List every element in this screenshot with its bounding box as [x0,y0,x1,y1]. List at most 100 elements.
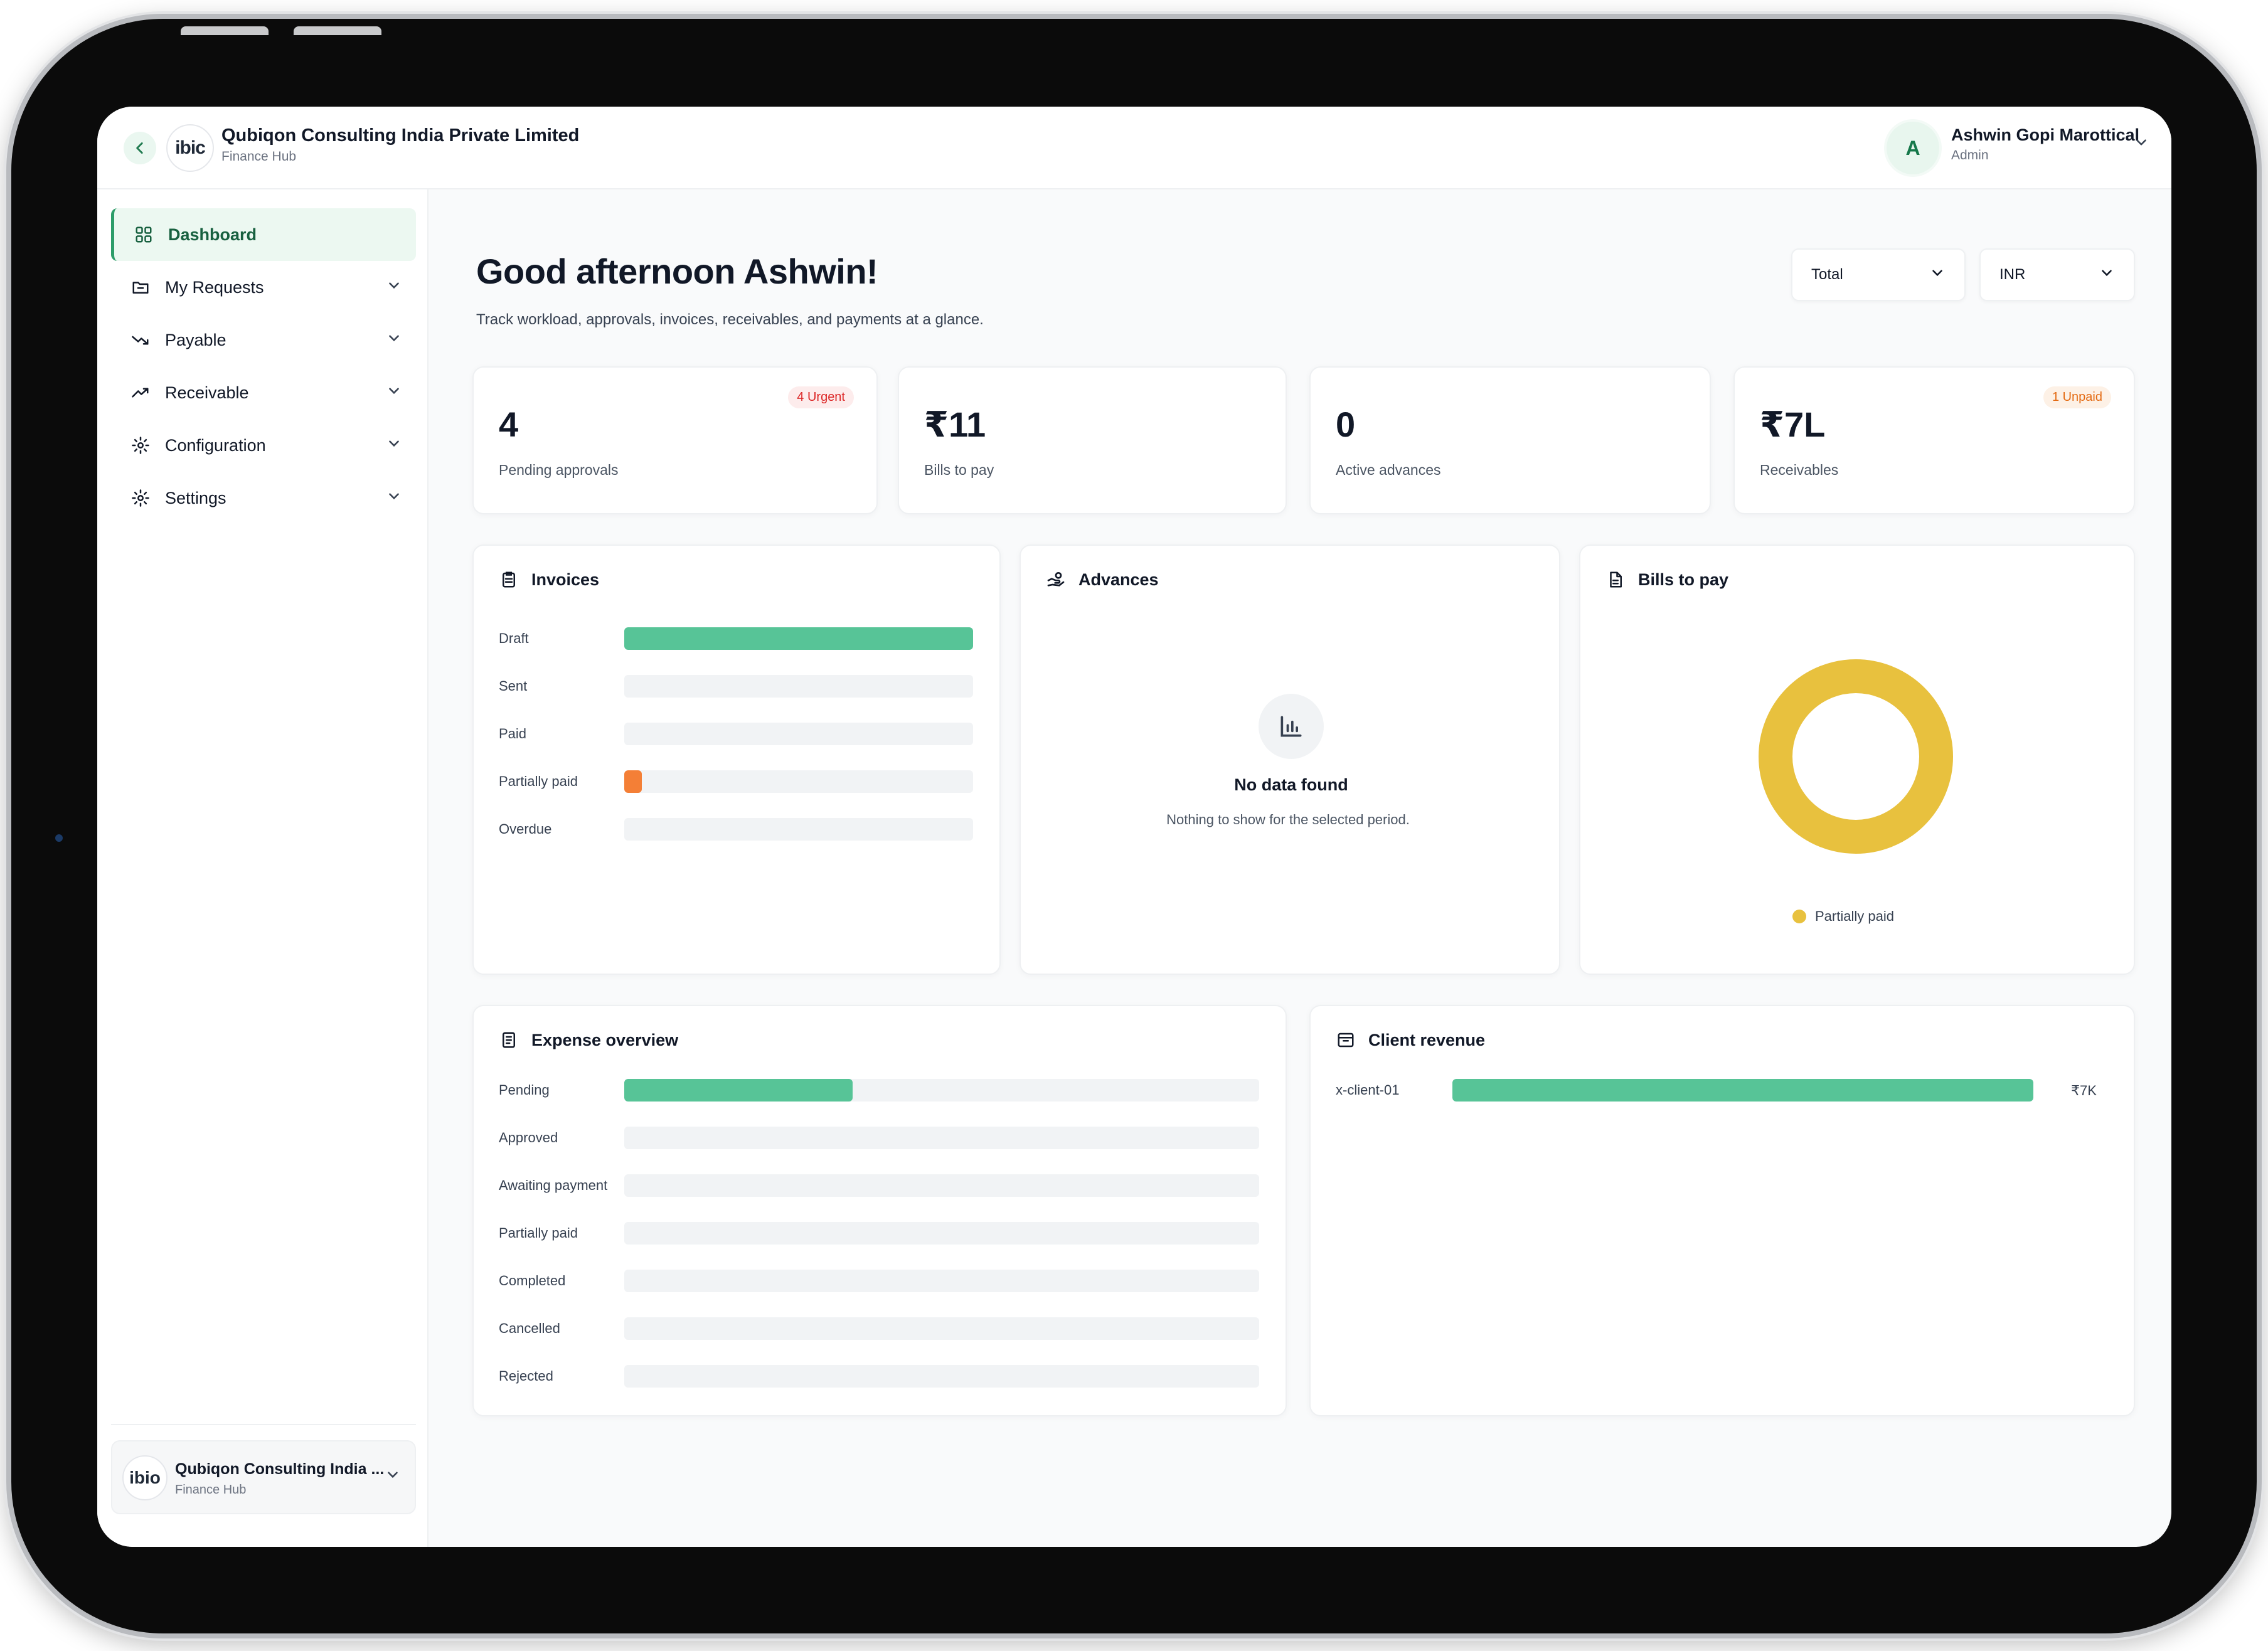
bills-to-pay-card: Bills to pay Partially paid [1579,544,2135,975]
bar-row-label: Awaiting payment [499,1174,607,1197]
bar-row-label: Overdue [499,818,551,841]
advances-title: Advances [1046,570,1159,590]
sidebar-item-label: Configuration [165,435,266,455]
stat-card-bills-to-pay[interactable]: ₹11 Bills to pay [898,366,1287,514]
chevron-left-icon [136,142,143,154]
chevron-down-icon [1929,265,1946,285]
chevron-down-icon [386,435,402,456]
bar-track[interactable] [624,1365,1259,1388]
bar-row-label: Draft [499,627,529,650]
bar-label: Partially paid [499,1225,578,1241]
urgent-badge: 4 Urgent [788,386,854,408]
bar-track[interactable] [624,675,973,698]
org-name: Qubiqon Consulting India Private Limited [221,125,580,146]
user-name[interactable]: Ashwin Gopi Marottical [1951,125,2139,145]
sidebar-item-payable[interactable]: Payable [111,314,416,366]
bar-track[interactable] [624,1127,1259,1149]
chevron-down-icon [386,488,402,509]
stat-card-active-advances[interactable]: 0 Active advances [1309,366,1711,514]
page-title: Good afternoon Ashwin! [476,252,878,291]
bar-row-label: Paid [499,723,526,745]
bar-row-label: Pending [499,1079,550,1102]
clipboard-icon [499,570,519,590]
expense-overview-card: Expense overview Pending Approved Awaiting… [472,1005,1287,1416]
org-switcher-subtitle: Finance Hub [175,1483,247,1497]
stat-value: ₹7L [1760,405,1826,444]
currency-select[interactable]: INR [1979,248,2135,301]
donut-legend: Partially paid [1792,908,1894,925]
bar-fill [1452,1079,2033,1102]
bar-track[interactable] [624,723,973,745]
bar-track[interactable] [624,1174,1259,1197]
user-menu-chevron-down-icon[interactable] [2133,134,2149,155]
bar-row-label: Completed [499,1270,565,1292]
back-button[interactable] [124,132,156,164]
bar-label: Draft [499,630,529,646]
bar-label: Paid [499,726,527,741]
stat-card-receivables[interactable]: ₹7L Receivables 1 Unpaid [1733,366,2135,514]
page-subtitle: Track workload, approvals, invoices, rec… [476,311,984,328]
sidebar-item-label: Receivable [165,383,249,402]
sidebar-item-receivable[interactable]: Receivable [111,366,416,419]
avatar[interactable]: A [1887,122,1939,174]
bar-label: x-client-01 [1336,1082,1400,1098]
sidebar-item-configuration[interactable]: Configuration [111,419,416,472]
bar-label: Sent [499,678,528,694]
bar-row-label: x-client-01 [1336,1079,1399,1102]
org-logo: ibic [166,124,214,172]
bar-track[interactable] [624,627,973,650]
bar-track[interactable] [624,1317,1259,1340]
bar-fill [624,770,642,793]
bar-row-label: Rejected [499,1365,553,1388]
sidebar-item-my-requests[interactable]: My Requests [111,261,416,314]
donut-slice-partially-paid[interactable] [1759,659,1953,854]
inbox-icon [1336,1030,1356,1050]
trend-up-icon [130,382,151,403]
legend-label: Partially paid [1815,908,1894,924]
bar-chart-icon [1259,694,1324,759]
app-screen: ibic Qubiqon Consulting India Private Li… [97,107,2171,1547]
bar-label: Awaiting payment [499,1177,608,1193]
invoices-card: Invoices Draft Sent Paid Partially paid Over… [472,544,1001,975]
sidebar-item-label: My Requests [165,277,264,297]
client-revenue-card: Client revenue x-client-01 ₹7K [1309,1005,2135,1416]
bar-track[interactable] [624,1079,1259,1102]
bar-track[interactable] [1452,1079,2033,1102]
invoices-title: Invoices [499,570,599,590]
org-switcher[interactable]: ibio Qubiqon Consulting India ... Financ… [111,1440,416,1514]
sidebar-item-settings[interactable]: Settings [111,472,416,524]
bar-label: Pending [499,1082,550,1098]
org-switcher-name: Qubiqon Consulting India ... [175,1460,385,1478]
period-select[interactable]: Total [1791,248,1966,301]
stat-label: Receivables [1760,462,1839,478]
document-icon [1605,570,1626,590]
client-revenue-title: Client revenue [1336,1030,1485,1050]
bar-track[interactable] [624,770,973,793]
bar-row-label: Approved [499,1127,558,1149]
bar-track[interactable] [624,1222,1259,1245]
camera-icon [55,834,63,842]
sidebar-item-label: Settings [165,488,226,507]
bar-track[interactable] [624,1270,1259,1292]
chevron-down-icon [2099,265,2115,285]
empty-state-title: No data found [1234,775,1348,794]
stat-card-pending-approvals[interactable]: 4 Pending approvals 4 Urgent [472,366,878,514]
volume-button [181,26,269,35]
org-logo: ibio [122,1455,168,1500]
sidebar-item-dashboard[interactable]: Dashboard [111,208,416,261]
sidebar-item-label: Payable [165,330,226,349]
bar-label: Approved [499,1130,558,1145]
stat-value: 4 [499,405,519,444]
legend-dot [1792,910,1806,923]
bar-track[interactable] [624,818,973,841]
chevron-down-icon [386,383,402,403]
bar-fill [624,1079,853,1102]
trend-down-icon [130,329,151,351]
user-role: Admin [1951,148,1989,162]
top-bar: ibic Qubiqon Consulting India Private Li… [97,107,2171,189]
bar-label: Completed [499,1273,566,1288]
bar-row-label: Partially paid [499,770,578,793]
period-select-value: Total [1811,266,1843,283]
bar-label: Rejected [499,1368,553,1384]
bills-to-pay-title: Bills to pay [1605,570,1728,590]
